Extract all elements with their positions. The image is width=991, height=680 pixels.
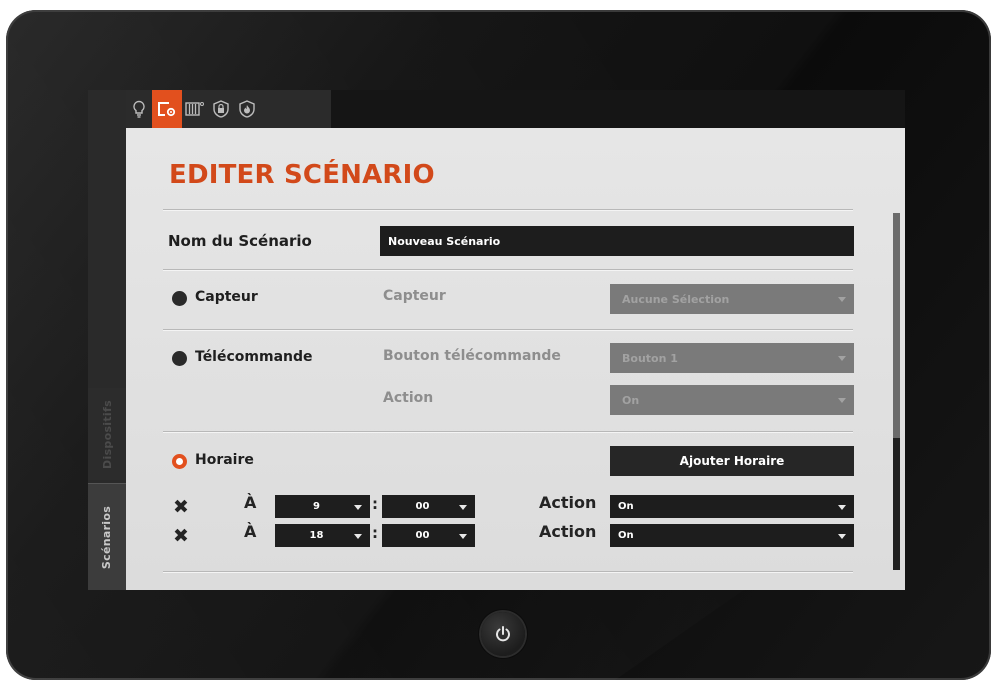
hour-value: 9 (313, 501, 320, 512)
capteur-select[interactable]: Aucune Sélection (610, 284, 854, 314)
schedule-action-label: Action (539, 493, 597, 512)
schedule-action-value: On (618, 501, 634, 512)
horaire-radio[interactable] (172, 454, 187, 469)
security-lock-icon[interactable] (208, 90, 234, 128)
divider (163, 431, 853, 433)
chevron-down-icon (459, 504, 467, 510)
chevron-down-icon (838, 356, 846, 361)
category-icons (126, 90, 331, 128)
sidebar-tab-label: Dispositifs (100, 399, 114, 469)
sidebar-tab-label: Scénarios (100, 505, 114, 570)
chevron-down-icon (838, 533, 846, 539)
lightbulb-icon[interactable] (126, 90, 152, 128)
schedule-action-label: Action (539, 522, 597, 541)
time-separator: : (372, 524, 378, 542)
scenario-icon[interactable] (152, 90, 182, 128)
remote-button-select[interactable]: Bouton 1 (610, 343, 854, 373)
power-button[interactable] (481, 612, 525, 656)
capteur-label: Capteur (195, 289, 258, 305)
chevron-down-icon (838, 504, 846, 510)
chevron-down-icon (838, 398, 846, 403)
chevron-down-icon (354, 533, 362, 539)
chevron-down-icon (838, 297, 846, 302)
sidebar: Dispositifs Scénarios (88, 90, 126, 590)
minute-select[interactable]: 00 (382, 495, 475, 518)
hour-select[interactable]: 9 (275, 495, 370, 518)
divider (163, 269, 853, 271)
scenario-name-label: Nom du Scénario (168, 232, 312, 250)
remote-action-label: Action (383, 390, 434, 406)
heater-icon[interactable] (182, 90, 208, 128)
divider (163, 209, 853, 211)
remote-button-label: Bouton télécommande (383, 348, 561, 364)
divider (163, 571, 853, 573)
minute-value: 00 (415, 530, 430, 541)
page-title: EDITER SCÉNARIO (169, 160, 435, 190)
add-schedule-button[interactable]: Ajouter Horaire (610, 446, 854, 476)
scenario-name-input[interactable]: Nouveau Scénario (380, 226, 854, 256)
sidebar-tab-dispositifs[interactable]: Dispositifs (88, 388, 126, 480)
chevron-down-icon (354, 504, 362, 510)
capteur-field-label: Capteur (383, 288, 446, 304)
delete-schedule-icon[interactable]: ✖ (173, 527, 189, 546)
edit-scenario-panel: EDITER SCÉNARIO Nom du Scénario Nouveau … (126, 128, 905, 590)
hour-value: 18 (309, 530, 324, 541)
divider (163, 329, 853, 331)
scrollbar[interactable] (893, 213, 900, 570)
fire-alarm-icon[interactable] (234, 90, 260, 128)
at-label: À (244, 522, 257, 541)
at-label: À (244, 493, 257, 512)
horaire-label: Horaire (195, 452, 254, 468)
power-icon (496, 626, 510, 642)
time-separator: : (372, 495, 378, 513)
capteur-select-value: Aucune Sélection (622, 292, 730, 306)
delete-schedule-icon[interactable]: ✖ (173, 498, 189, 517)
telecommande-radio[interactable] (172, 351, 187, 366)
capteur-radio[interactable] (172, 291, 187, 306)
schedule-action-value: On (618, 530, 634, 541)
schedule-action-select[interactable]: On (610, 495, 854, 518)
remote-button-select-value: Bouton 1 (622, 351, 678, 365)
sidebar-tab-scenarios[interactable]: Scénarios (88, 483, 126, 590)
hour-select[interactable]: 18 (275, 524, 370, 547)
schedule-action-select[interactable]: On (610, 524, 854, 547)
top-category-bar (126, 90, 905, 128)
scrollbar-thumb[interactable] (893, 213, 900, 438)
remote-action-select-value: On (622, 393, 640, 407)
chevron-down-icon (459, 533, 467, 539)
app-screen: Dispositifs Scénarios EDITER SCÉNARIO No… (88, 90, 905, 590)
telecommande-label: Télécommande (195, 349, 313, 365)
minute-select[interactable]: 00 (382, 524, 475, 547)
minute-value: 00 (415, 501, 430, 512)
remote-action-select[interactable]: On (610, 385, 854, 415)
